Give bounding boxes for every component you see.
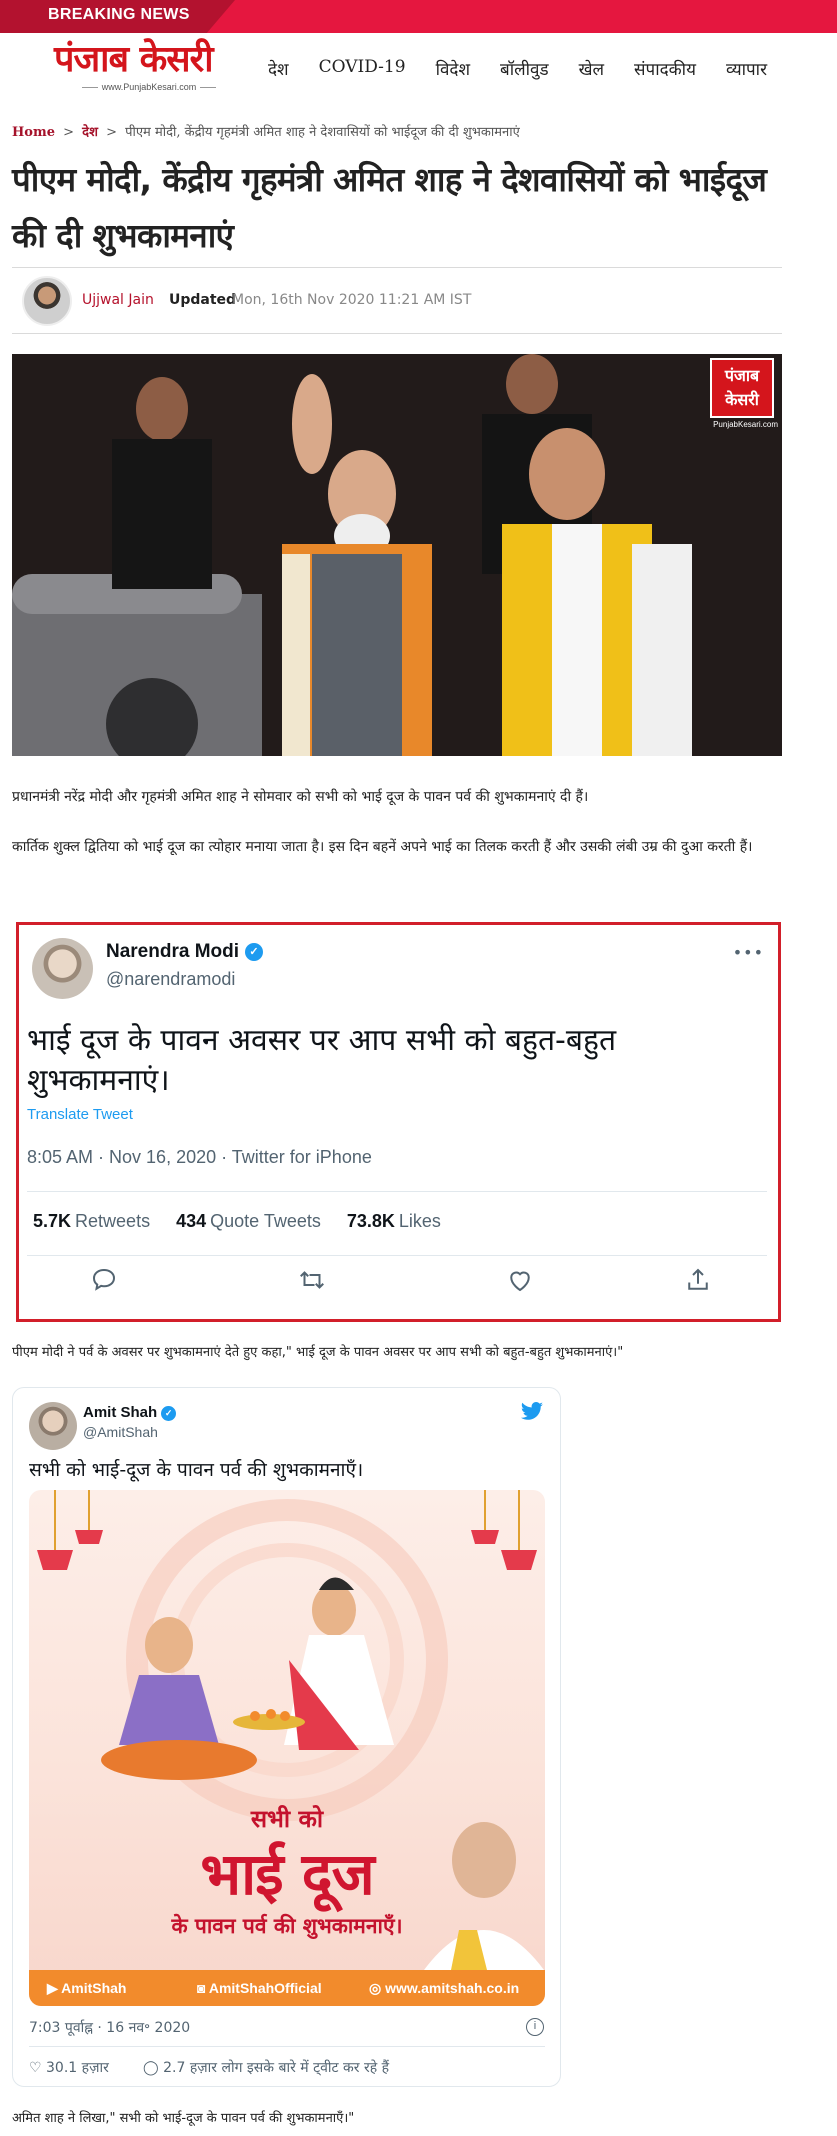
facebook-instagram-icon: ◙ — [197, 1980, 209, 1996]
breadcrumb-current: पीएम मोदी, केंद्रीय गृहमंत्री अमित शाह न… — [125, 125, 520, 140]
breadcrumb-home[interactable]: Home — [12, 125, 55, 140]
likes-stat[interactable]: 73.8K Likes — [347, 1211, 441, 1232]
updated-label: Updated — [169, 292, 237, 308]
nav-item-vyapar[interactable]: व्यापार — [726, 57, 767, 80]
site-logo[interactable]: पंजाब केसरी www.PunjabKesari.com — [54, 41, 244, 97]
translate-tweet-link[interactable]: Translate Tweet — [27, 1106, 133, 1123]
divider — [12, 267, 782, 268]
divider — [27, 1191, 767, 1192]
breadcrumb-separator: > — [106, 125, 117, 140]
hero-photo-illustration — [12, 354, 782, 756]
more-options-icon[interactable]: ••• — [733, 943, 764, 962]
tweet-author-handle[interactable]: @AmitShah — [83, 1424, 158, 1440]
breadcrumb-section[interactable]: देश — [82, 125, 98, 140]
updated-date: Mon, 16th Nov 2020 11:21 AM IST — [232, 292, 472, 308]
tweet-author-handle[interactable]: @narendramodi — [106, 969, 235, 990]
tweet-caption-1: पीएम मोदी ने पर्व के अवसर पर शुभकामनाएं … — [12, 1345, 624, 1360]
reply-icon[interactable] — [89, 1265, 119, 1295]
divider — [29, 2046, 545, 2047]
site-header: पंजाब केसरी www.PunjabKesari.com देश COV… — [0, 33, 837, 101]
hero-watermark-url: PunjabKesari.com — [713, 420, 778, 429]
hero-watermark-logo: पंजाब केसरी — [710, 358, 774, 418]
article-paragraph-2: कार्तिक शुक्ल द्वितिया को भाई दूज का त्य… — [12, 839, 753, 855]
verified-badge-icon: ✓ — [245, 942, 264, 961]
breaking-news-bar: BREAKING NEWS — [0, 0, 837, 33]
replies-stat[interactable]: ◯ 2.7 हज़ार लोग इसके बारे में ट्वीट कर र… — [143, 2058, 389, 2077]
poster-line-3: के पावन पर्व की शुभकामनाएँ। — [171, 1914, 403, 1938]
nav-item-bollywood[interactable]: बॉलीवुड — [500, 57, 549, 80]
tweet-text: सभी को भाई-दूज के पावन पर्व की शुभकामनाए… — [29, 1459, 364, 1481]
hero-image: पंजाब केसरी PunjabKesari.com — [12, 354, 782, 756]
verified-badge-icon: ✓ — [161, 1405, 177, 1421]
twitter-youtube-icon: ▶ — [47, 1980, 62, 1996]
author-name[interactable]: Ujjwal Jain — [82, 292, 154, 308]
tweet-avatar[interactable] — [32, 938, 93, 999]
tweet-avatar[interactable] — [29, 1402, 77, 1450]
like-icon: ♡ — [29, 2060, 47, 2076]
main-nav: देश COVID-19 विदेश बॉलीवुड खेल संपादकीय … — [268, 57, 797, 80]
tweet-image-poster[interactable]: सभी को भाई दूज के पावन पर्व की शुभकामनाए… — [29, 1490, 545, 2006]
quote-tweets-stat[interactable]: 434 Quote Tweets — [176, 1211, 321, 1232]
nav-item-sampadakiya[interactable]: संपादकीय — [634, 57, 696, 80]
tweet-caption-2: अमित शाह ने लिखा," सभी को भाई-दूज के पाव… — [12, 2111, 355, 2126]
nav-item-covid[interactable]: COVID-19 — [319, 57, 406, 80]
embedded-tweet-modi[interactable]: Narendra Modi ✓ @narendramodi ••• भाई दूज… — [16, 922, 781, 1322]
article-title: पीएम मोदी, केंद्रीय गृहमंत्री अमित शाह न… — [12, 160, 767, 255]
tweet-author-name[interactable]: Amit Shah ✓ — [83, 1404, 177, 1421]
reply-icon: ◯ — [143, 2060, 164, 2076]
nav-item-videsh[interactable]: विदेश — [436, 57, 470, 80]
poster-footer-website: ◎ www.amitshah.co.in — [369, 1980, 520, 1996]
retweet-icon[interactable] — [297, 1265, 327, 1295]
embedded-tweet-shah[interactable]: Amit Shah ✓ @AmitShah सभी को भाई-दूज के प… — [12, 1387, 561, 2087]
info-icon[interactable]: i — [526, 2018, 544, 2036]
share-icon[interactable] — [683, 1265, 713, 1295]
breaking-news-label[interactable]: BREAKING NEWS — [48, 6, 190, 24]
globe-icon: ◎ — [369, 1980, 386, 1996]
divider — [27, 1255, 767, 1256]
tweet-text: भाई दूज के पावन अवसर पर आप सभी को बहुत-ब… — [27, 1023, 617, 1098]
breadcrumb: Home > देश > पीएम मोदी, केंद्रीय गृहमंत्… — [12, 122, 520, 140]
poster-line-2: भाई दूज — [200, 1840, 374, 1908]
author-avatar[interactable] — [22, 276, 72, 326]
twitter-bird-icon[interactable] — [520, 1402, 544, 1422]
likes-stat[interactable]: ♡ 30.1 हज़ार — [29, 2058, 109, 2077]
poster-footer: ▶ AmitShah ◙ AmitShahOfficial ◎ www.amit… — [29, 1970, 545, 2006]
breadcrumb-separator: > — [63, 125, 75, 140]
divider — [12, 333, 782, 334]
poster-footer-twitter: ▶ AmitShah — [47, 1980, 127, 1996]
author-row: Ujjwal Jain Updated Mon, 16th Nov 2020 1… — [22, 276, 782, 326]
logo-text: पंजाब केसरी — [54, 39, 214, 80]
tweet-stats: 5.7K Retweets 434 Quote Tweets 73.8K Likes — [33, 1211, 467, 1232]
logo-url: www.PunjabKesari.com — [74, 82, 224, 92]
poster-footer-facebook: ◙ AmitShahOfficial — [197, 1980, 322, 1996]
retweets-stat[interactable]: 5.7K Retweets — [33, 1211, 150, 1232]
like-icon[interactable] — [505, 1265, 535, 1295]
nav-item-desh[interactable]: देश — [268, 57, 289, 80]
tweet-meta[interactable]: 8:05 AM · Nov 16, 2020 · Twitter for iPh… — [27, 1147, 372, 1168]
nav-item-khel[interactable]: खेल — [579, 57, 604, 80]
tweet-actions — [19, 1265, 778, 1305]
tweet-time[interactable]: 7:03 पूर्वाह्न · 16 नव॰ 2020 — [29, 2018, 190, 2037]
poster-line-1: सभी को — [250, 1805, 324, 1833]
article-paragraph-1: प्रधानमंत्री नरेंद्र मोदी और गृहमंत्री अ… — [12, 789, 589, 805]
tweet-author-name[interactable]: Narendra Modi ✓ — [106, 941, 264, 963]
